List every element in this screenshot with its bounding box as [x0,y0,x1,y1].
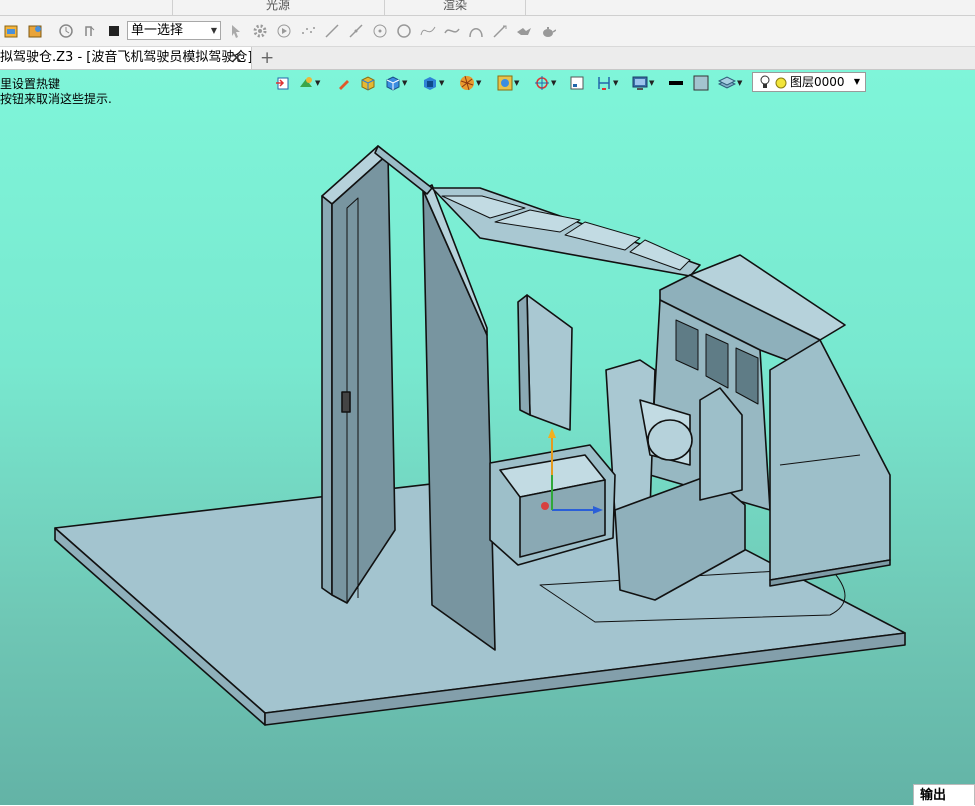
selection-mode-select[interactable]: 单一选择 ▼ [127,21,221,40]
teapot-icon[interactable] [540,23,556,39]
sketch-line-icon[interactable] [492,23,508,39]
rear-seat-back [526,294,573,431]
arc-icon[interactable] [468,23,484,39]
chevron-down-icon: ▼ [210,26,217,35]
undo-icon[interactable] [82,23,98,39]
viewport-3d[interactable]: 里设置热键 按钮来取消这些提示. ▼ ▼ ▼ ▼ ▼ ▼ ▼ ▼ ▼ 图层000… [0,70,975,805]
document-tab-title: 拟驾驶仓.Z3 - [波音飞机驾驶员模拟驾驶仓] [0,50,252,65]
spline-icon[interactable] [420,23,436,39]
ribbon-separator [525,0,526,15]
stop-icon[interactable] [106,23,122,39]
cockpit-model [54,145,906,726]
curve-icon[interactable] [444,23,460,39]
main-toolbar: 单一选择 ▼ [0,16,975,47]
gear-icon[interactable] [252,23,268,39]
point-circle-icon[interactable] [372,23,388,39]
selection-mode-value: 单一选择 [131,23,184,38]
door-handle [341,391,351,413]
pointer-icon[interactable] [228,23,244,39]
ribbon-group-lighting: 光源 [265,0,290,12]
line-segment-icon[interactable] [348,23,364,39]
play-icon[interactable] [276,23,292,39]
line-icon[interactable] [324,23,340,39]
left-door-edge [321,195,333,596]
ribbon-group-bar: 光源 渲染 [0,0,975,16]
document-tab[interactable]: 拟驾驶仓.Z3 - [波音飞机驾驶员模拟驾驶仓] ✕ [0,47,252,69]
circle-icon[interactable] [396,23,412,39]
rear-seat-edge [517,294,531,416]
history-icon[interactable] [58,23,74,39]
new-tab-button[interactable]: + [260,47,274,69]
yoke-wheel [647,419,693,461]
output-panel-tab[interactable]: 输出 [913,784,975,805]
open-file-icon[interactable] [3,23,19,39]
close-icon[interactable]: ✕ [230,47,243,69]
point-cloud-icon[interactable] [300,23,316,39]
side-console [769,339,891,581]
save-icon[interactable] [27,23,43,39]
bird-icon[interactable] [516,23,532,39]
ribbon-group-render: 渲染 [442,0,467,12]
document-tab-bar: 拟驾驶仓.Z3 - [波音飞机驾驶员模拟驾驶仓] ✕ + [0,47,975,70]
left-door-panel [331,153,396,604]
